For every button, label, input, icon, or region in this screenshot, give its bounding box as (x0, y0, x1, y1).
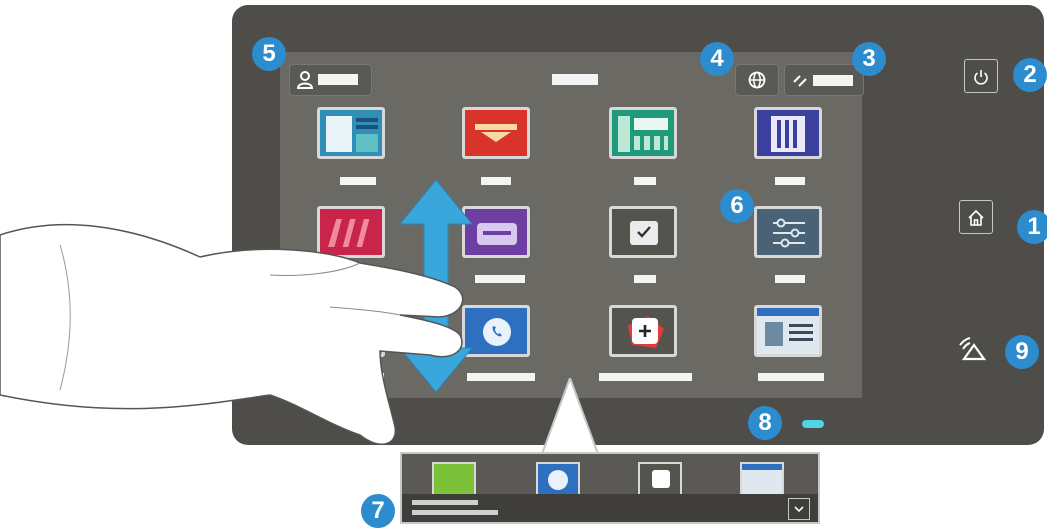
callout-badge-1: 1 (1017, 210, 1047, 244)
login-label (318, 74, 358, 85)
app-label (340, 177, 376, 185)
app-tile-contact-card[interactable] (754, 305, 822, 357)
callout-badge-4: 4 (700, 42, 734, 76)
power-icon (974, 70, 988, 85)
login-button[interactable] (289, 64, 372, 96)
app-label (775, 177, 805, 185)
app-tile-add-app[interactable] (609, 305, 677, 357)
notification-area-callout (400, 452, 820, 524)
app-tile-scan-to[interactable] (317, 107, 385, 159)
callout-pointer (540, 378, 600, 454)
app-tile-device[interactable] (754, 206, 822, 258)
app-label (599, 373, 692, 381)
app-label (467, 373, 535, 381)
reset-button[interactable] (784, 64, 864, 96)
callout-badge-8: 8 (748, 406, 782, 440)
notification-line-2 (412, 510, 498, 515)
power-button[interactable] (964, 59, 998, 93)
app-tile-id-card-copy[interactable] (754, 107, 822, 159)
mini-tile-green (432, 462, 476, 498)
language-button[interactable] (735, 64, 779, 96)
home-button[interactable] (959, 200, 993, 234)
nfc-icon[interactable] (954, 333, 990, 369)
settings-sliders-icon (773, 218, 805, 248)
callout-badge-7: 7 (361, 494, 395, 528)
screen-title (552, 74, 598, 85)
callout-badge-5: 5 (252, 37, 286, 71)
plus-icon (639, 325, 651, 337)
chevron-down-icon (794, 506, 804, 513)
check-icon (637, 226, 651, 238)
reset-icon (793, 75, 807, 87)
expand-notification-button[interactable] (788, 498, 810, 520)
mini-tile-phone (536, 462, 580, 498)
status-led (802, 420, 824, 428)
user-icon (296, 71, 314, 89)
mini-tile-add (638, 462, 682, 498)
callout-badge-2: 2 (1013, 58, 1047, 92)
globe-icon (748, 71, 766, 89)
notification-line-1 (412, 500, 478, 505)
app-label (475, 275, 525, 283)
mini-tile-contact (740, 462, 784, 498)
notification-banner[interactable] (402, 494, 818, 522)
hand-illustration (0, 223, 464, 445)
app-tile-copy[interactable] (462, 107, 530, 159)
app-label (775, 275, 805, 283)
phone-icon (492, 326, 502, 337)
app-label (634, 177, 656, 185)
home-icon (968, 209, 984, 226)
reset-label (813, 75, 853, 86)
callout-badge-6: 6 (720, 189, 754, 223)
callout-badge-9: 9 (1005, 335, 1039, 369)
callout-badge-3: 3 (852, 42, 886, 76)
app-label (634, 275, 656, 283)
app-tile-fax[interactable] (609, 107, 677, 159)
app-tile-jobs[interactable] (609, 206, 677, 258)
app-label (481, 177, 511, 185)
app-label (758, 373, 824, 381)
